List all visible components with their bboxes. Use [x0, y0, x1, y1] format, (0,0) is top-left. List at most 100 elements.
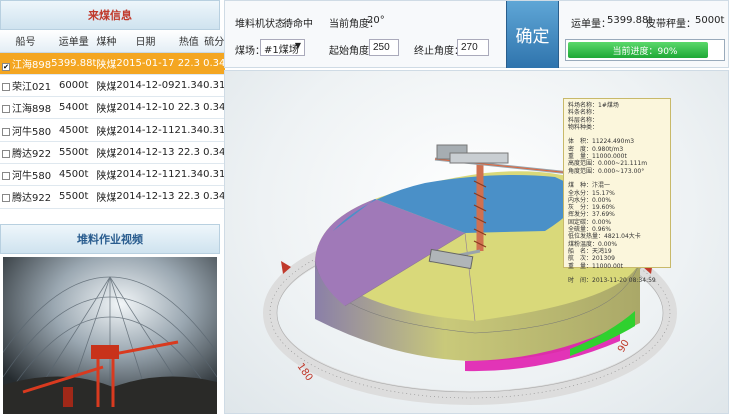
waybill-label: 运单量： [571, 19, 611, 30]
heat-cell: 21.34 [174, 118, 204, 142]
video-panel-title: 堆料作业视频 [0, 224, 220, 254]
sulfur-cell: 0.34 [203, 141, 226, 164]
control-bar: 堆料机状态： 待命中 当前角度： 20° 煤场： #1煤场 ▼ 起始角度： 终止… [224, 0, 729, 68]
info-line: 料条名称： [568, 109, 599, 117]
sulfur-cell: 0.34 [203, 185, 226, 209]
confirm-button[interactable]: 确定 [506, 1, 559, 68]
info-line: 全水分：15.17% [568, 189, 615, 197]
stacking-video[interactable] [3, 257, 217, 414]
yard-select[interactable]: #1煤场 ▼ [260, 39, 305, 56]
video-frame-image [3, 257, 217, 414]
heat-cell: 22.3 [174, 141, 204, 164]
info-line: 煤 种：汴混一 [568, 182, 611, 190]
date-cell: 2014-12-13 [116, 141, 175, 164]
info-line: 料层名称： [568, 116, 599, 124]
ship-cell: 河牛580 [0, 118, 52, 142]
ship-cell: ✔ 江海898 [0, 52, 52, 75]
table-row[interactable]: ✔ 江海898 5399.88t 陕煤 2015-01-17 22.3 0.34 [0, 52, 226, 75]
sulfur-cell: 0.31 [203, 118, 226, 142]
amount-cell: 6000t [51, 74, 97, 98]
info-line: 体 积：11224.490m3 [568, 138, 635, 146]
row-checkbox[interactable] [2, 194, 10, 203]
row-checkbox[interactable]: ✔ [2, 62, 10, 71]
type-cell: 陕煤 [96, 163, 117, 187]
info-line: 挥发分：37.69% [568, 211, 615, 219]
info-line: 物料种类： [568, 123, 599, 131]
info-line: 重 量：11000.00t [568, 262, 623, 270]
heat-cell: 22.3 [174, 96, 204, 120]
col-sulfur: 硫分 [203, 30, 226, 53]
table-row[interactable]: 江海898 5400t 陕煤 2014-12-10 22.3 0.34 [0, 96, 226, 120]
ship-cell: 腾达922 [0, 185, 52, 209]
info-line: 低位发热量：4821.04大卡 [568, 233, 641, 241]
ship-cell: 腾达922 [0, 141, 52, 164]
col-heat: 热值 [174, 30, 204, 53]
ship-cell: 荣江021 [0, 74, 52, 98]
amount-cell: 5500t [51, 141, 97, 164]
table-row[interactable]: 河牛580 4500t 陕煤 2014-12-11 21.34 0.31 [0, 163, 226, 187]
belt-scale-value: 5000t [695, 15, 725, 26]
heat-cell: 22.3 [174, 185, 204, 209]
table-row[interactable]: 腾达922 5500t 陕煤 2014-12-13 22.3 0.34 [0, 141, 226, 164]
row-checkbox[interactable] [2, 172, 10, 181]
info-line: 密 度：0.980t/m3 [568, 145, 624, 153]
row-checkbox[interactable] [2, 105, 10, 114]
type-cell: 陕煤 [96, 52, 117, 75]
end-angle-input[interactable] [457, 39, 489, 56]
sulfur-cell: 0.34 [203, 52, 226, 75]
left-panel: 来煤信息 船号 运单量 煤种 日期 热值 硫分 ✔ 江海898 5399.88t … [0, 0, 226, 414]
date-cell: 2014-12-11 [116, 118, 175, 142]
info-line: 高度范围：0.000~21.111m [568, 160, 648, 168]
col-type: 煤种 [96, 30, 117, 53]
type-cell: 陕煤 [96, 185, 117, 209]
date-cell: 2014-12-11 [116, 163, 175, 187]
ship-name: 江海898 [12, 59, 52, 71]
date-cell: 2014-12-09 [116, 74, 175, 98]
chevron-down-icon: ▼ [294, 41, 301, 50]
yard-select-value: #1煤场 [264, 45, 299, 56]
date-cell: 2015-01-17 [116, 52, 175, 75]
row-checkbox[interactable] [2, 127, 10, 136]
date-cell: 2014-12-10 [116, 96, 175, 120]
amount-cell: 4500t [51, 118, 97, 142]
info-line: 固定碳：0.00% [568, 218, 612, 226]
info-line: 时 间：2013-11-20 08:34:59 [568, 277, 656, 285]
sulfur-cell: 0.31 [203, 74, 226, 98]
ship-name: 河牛580 [12, 171, 52, 183]
date-cell: 2014-12-13 [116, 185, 175, 209]
ship-name: 河牛580 [12, 126, 52, 138]
table-row[interactable]: 河牛580 4500t 陕煤 2014-12-11 21.34 0.31 [0, 118, 226, 142]
row-checkbox[interactable] [2, 149, 10, 158]
heat-cell: 21.34 [174, 163, 204, 187]
sulfur-cell: 0.34 [203, 96, 226, 120]
start-angle-input[interactable] [369, 39, 399, 56]
heat-cell: 22.3 [174, 52, 204, 75]
ship-name: 腾达922 [12, 193, 52, 205]
type-cell: 陕煤 [96, 96, 117, 120]
ship-name: 荣江021 [12, 81, 52, 93]
table-row[interactable]: 腾达922 5500t 陕煤 2014-12-13 22.3 0.34 [0, 185, 226, 209]
info-line: 角度范围：0.000~173.00° [568, 167, 645, 175]
coal-panel-title: 来煤信息 [0, 0, 220, 30]
ship-cell: 江海898 [0, 96, 52, 120]
stockpile-3d-view[interactable]: 180 90 料场名称：1#煤场 料条名称： 料层名称： 物料种类： 体 积：1… [224, 70, 729, 414]
coal-table-header: 船号 运单量 煤种 日期 热值 硫分 [0, 30, 226, 53]
belt-scale-label: 皮带秤量： [646, 19, 696, 30]
heat-cell: 21.34 [174, 74, 204, 98]
info-line: 煤粉温度：0.00% [568, 240, 618, 248]
table-row[interactable]: 荣江021 6000t 陕煤 2014-12-09 21.34 0.31 [0, 74, 226, 98]
col-amount: 运单量 [51, 30, 97, 53]
row-checkbox[interactable] [2, 82, 10, 91]
amount-cell: 5399.88t [51, 52, 97, 75]
sulfur-cell: 0.31 [203, 163, 226, 187]
coal-table: 船号 运单量 煤种 日期 热值 硫分 ✔ 江海898 5399.88t 陕煤 20… [0, 30, 226, 209]
col-date: 日期 [116, 30, 175, 53]
ship-name: 江海898 [12, 104, 52, 116]
col-ship: 船号 [0, 30, 52, 53]
amount-cell: 4500t [51, 163, 97, 187]
type-cell: 陕煤 [96, 118, 117, 142]
progress-bar: 当前进度：90% [565, 39, 725, 61]
type-cell: 陕煤 [96, 141, 117, 164]
angle-value: 20° [367, 15, 385, 26]
amount-cell: 5500t [51, 185, 97, 209]
